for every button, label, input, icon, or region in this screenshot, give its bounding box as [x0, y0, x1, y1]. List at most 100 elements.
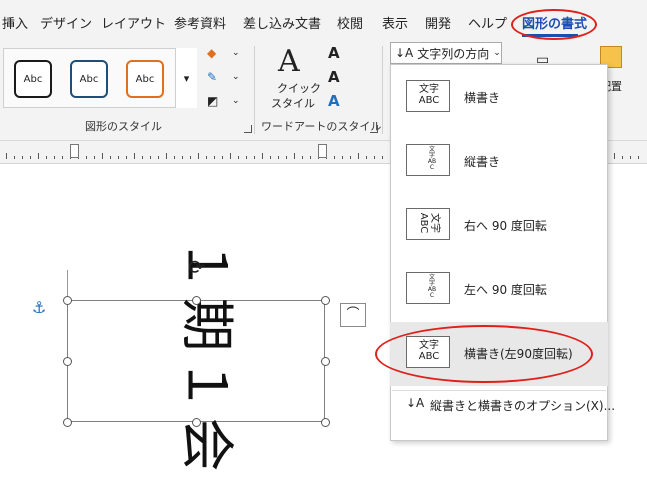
menu-item-horizontal[interactable]: 文字 ABC 横書き — [390, 66, 608, 130]
indent-marker[interactable] — [70, 144, 79, 158]
horizontal-text-icon: 文字 ABC — [406, 80, 450, 112]
menu-item-vertical[interactable]: 文字 ABC 縦書き — [390, 130, 608, 194]
group-separator — [254, 46, 255, 134]
ruler-tick — [638, 156, 639, 159]
ruler-tick — [222, 156, 223, 159]
text-direction-label: 文字列の方向 — [417, 46, 490, 61]
text-fill-icon[interactable]: A — [328, 44, 340, 62]
tab-mailings[interactable]: 差し込み文書 — [243, 13, 321, 32]
ruler-tick — [54, 156, 55, 159]
ruler-tick — [622, 156, 623, 159]
ruler-tick — [158, 156, 159, 159]
tab-references[interactable]: 参考資料 — [174, 13, 226, 32]
ruler-tick — [46, 156, 47, 159]
resize-handle[interactable] — [321, 357, 330, 366]
tab-developer[interactable]: 開発 — [425, 13, 451, 32]
menu-item-rotate-right[interactable]: 文字 ABC 右へ 90 度回転 — [390, 194, 608, 258]
resize-handle[interactable] — [321, 418, 330, 427]
ruler-tick — [294, 153, 295, 159]
style-sample-text: Abc — [79, 73, 99, 85]
menu-item-label: 縦書き — [464, 155, 501, 169]
tab-review[interactable]: 校閲 — [337, 13, 363, 32]
chevron-down-icon: ⌄ — [493, 48, 501, 58]
ruler-tick — [14, 156, 15, 159]
ruler-tick — [182, 156, 183, 159]
quick-style-icon[interactable]: A — [278, 44, 300, 79]
effects-icon[interactable]: ◩ — [207, 94, 218, 108]
fill-icon[interactable]: ◆ — [207, 46, 216, 60]
rotate-handle-icon[interactable]: ⟳ — [188, 255, 205, 279]
tab-layout[interactable]: レイアウト — [101, 13, 166, 32]
ruler-tick — [110, 156, 111, 159]
shape-style-orange[interactable]: Abc — [126, 60, 164, 98]
ruler-tick — [142, 156, 143, 159]
menu-divider — [392, 390, 606, 391]
highlight-ellipse — [375, 325, 593, 383]
resize-handle[interactable] — [192, 296, 201, 305]
ruler-tick — [238, 156, 239, 159]
ruler-tick — [630, 156, 631, 159]
resize-handle[interactable] — [63, 296, 72, 305]
rotate-left-text-icon: 文字 ABC — [406, 272, 450, 304]
text-effects-icon[interactable]: A — [328, 92, 340, 110]
ruler-tick — [198, 153, 199, 159]
quick-style-label-1[interactable]: クイック — [277, 80, 321, 96]
ruler-tick — [246, 156, 247, 159]
text-direction-button[interactable]: ↓A 文字列の方向 ⌄ — [390, 42, 502, 64]
menu-item-rotate-left[interactable]: 文字 ABC 左へ 90 度回転 — [390, 258, 608, 322]
ruler-tick — [62, 156, 63, 159]
ruler-tick — [190, 156, 191, 159]
style-sample-text: Abc — [23, 73, 43, 85]
thumb-text: 文字 ABC — [427, 274, 437, 299]
ruler-tick — [262, 153, 263, 159]
resize-handle[interactable] — [321, 296, 330, 305]
ruler-tick — [310, 156, 311, 159]
menu-item-label: 横書き — [464, 91, 501, 105]
ruler-tick — [94, 156, 95, 159]
chevron-down-icon[interactable]: ⌄ — [232, 96, 240, 106]
menu-item-options[interactable]: ↓A 縦書きと横書きのオプション(X)... — [390, 393, 615, 417]
resize-handle[interactable] — [63, 418, 72, 427]
indent-marker[interactable] — [318, 144, 327, 158]
tab-view[interactable]: 表示 — [382, 13, 408, 32]
ruler-tick — [278, 156, 279, 159]
ruler-tick — [214, 156, 215, 159]
shape-style-blue[interactable]: Abc — [70, 60, 108, 98]
highlight-ellipse — [511, 9, 597, 40]
ruler-tick — [22, 156, 23, 159]
ruler-tick — [134, 153, 135, 159]
resize-handle[interactable] — [192, 418, 201, 427]
outline-icon[interactable]: ✎ — [207, 70, 217, 84]
gallery-more-button[interactable]: ▾ — [175, 48, 197, 108]
style-sample-text: Abc — [135, 73, 155, 85]
group-separator — [382, 46, 383, 134]
anchor-icon[interactable]: ⚓ — [32, 298, 46, 317]
ruler-tick — [302, 156, 303, 159]
tab-insert[interactable]: 挿入 — [2, 13, 28, 32]
text-outline-icon[interactable]: A — [328, 68, 340, 86]
tab-help[interactable]: ヘルプ — [468, 13, 507, 32]
tab-design[interactable]: デザイン — [40, 13, 92, 32]
group-label-shape-styles: 図形のスタイル — [85, 120, 162, 133]
menu-item-label: 左へ 90 度回転 — [464, 283, 547, 297]
ruler-tick — [166, 153, 167, 159]
chevron-down-icon[interactable]: ⌄ — [232, 72, 240, 82]
ruler-tick — [206, 156, 207, 159]
ruler-tick — [366, 156, 367, 159]
shape-style-black[interactable]: Abc — [14, 60, 52, 98]
ruler-tick — [334, 156, 335, 159]
text-direction-icon: ↓A — [406, 396, 425, 410]
ruler-tick — [126, 156, 127, 159]
chevron-down-icon[interactable]: ⌄ — [232, 48, 240, 58]
dialog-launcher-icon[interactable] — [244, 125, 252, 133]
ruler-tick — [614, 153, 615, 159]
text-direction-icon: ↓A — [395, 46, 414, 60]
shape-text[interactable]: １期１会 — [173, 238, 252, 478]
resize-handle[interactable] — [63, 357, 72, 366]
dialog-launcher-icon[interactable] — [370, 125, 378, 133]
quick-style-label-2[interactable]: スタイル — [271, 95, 315, 111]
layout-options-icon[interactable]: ⌒ — [340, 303, 366, 327]
ruler-tick — [254, 156, 255, 159]
ruler-tick — [102, 153, 103, 159]
thumb-text: 文字 ABC — [418, 84, 440, 106]
